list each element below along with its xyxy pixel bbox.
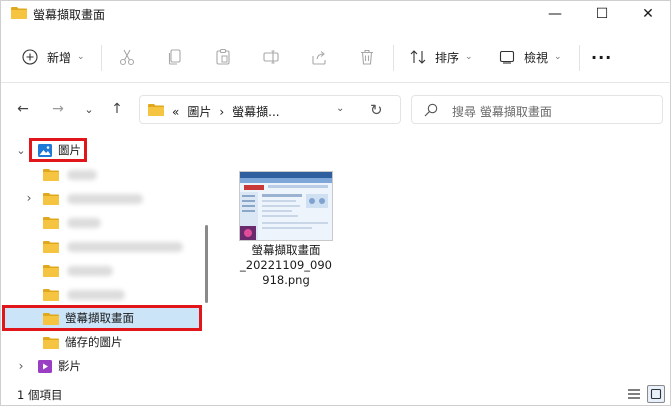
share-icon[interactable] bbox=[308, 46, 330, 68]
address-bar[interactable]: « 圖片 › 螢幕擷... ⌄ ↻ bbox=[139, 95, 401, 124]
address-dropdown-icon[interactable]: ⌄ bbox=[336, 103, 344, 114]
close-button[interactable]: ✕ bbox=[625, 1, 671, 27]
new-label: 新增 bbox=[47, 50, 72, 65]
divider bbox=[579, 45, 580, 71]
folder-icon bbox=[43, 216, 59, 229]
chevron-down-icon: ⌄ bbox=[77, 52, 85, 62]
search-icon bbox=[424, 103, 438, 117]
chevron-right-icon[interactable]: › bbox=[15, 359, 27, 373]
breadcrumb-overflow[interactable]: « bbox=[172, 105, 179, 119]
list-view-icon bbox=[628, 389, 640, 399]
delete-icon[interactable] bbox=[356, 46, 378, 68]
breadcrumb-separator: › bbox=[219, 104, 225, 119]
file-explorer-window: 螢幕擷取畫面 — ☐ ✕ 新增 ⌄ 排序 ⌄ 檢視 ⌄ ··· ← → ⌄ ↑ … bbox=[0, 0, 671, 406]
folder-icon bbox=[43, 192, 59, 205]
view-icon bbox=[498, 48, 516, 66]
folder-icon bbox=[148, 104, 164, 116]
new-button[interactable]: 新增 ⌄ bbox=[21, 45, 85, 69]
search-box[interactable]: 搜尋 螢幕擷取畫面 bbox=[411, 95, 663, 124]
plus-circle-icon bbox=[21, 48, 39, 66]
cut-icon[interactable] bbox=[116, 46, 138, 68]
recent-locations-button[interactable]: ⌄ bbox=[79, 99, 99, 119]
divider bbox=[393, 45, 394, 71]
breadcrumb-item-screenshots[interactable]: 螢幕擷... bbox=[232, 103, 279, 120]
more-icon: ··· bbox=[591, 47, 613, 67]
status-bar: 1 個項目 bbox=[1, 381, 671, 406]
file-thumbnail[interactable] bbox=[239, 171, 333, 241]
back-button[interactable]: ← bbox=[13, 99, 33, 119]
breadcrumb-item-pictures[interactable]: 圖片 bbox=[187, 103, 211, 120]
redacted-label bbox=[67, 218, 101, 228]
redacted-label bbox=[67, 242, 183, 252]
redacted-label bbox=[67, 266, 113, 276]
rename-icon[interactable] bbox=[260, 46, 282, 68]
view-label: 檢視 bbox=[524, 50, 549, 65]
file-name-line: 918.png bbox=[262, 273, 310, 287]
redacted-label bbox=[67, 194, 143, 204]
file-name-line: _20221109_090 bbox=[240, 258, 332, 272]
details-view-button[interactable] bbox=[625, 385, 643, 403]
tree-item-saved-pictures[interactable]: 儲存的圖片 bbox=[1, 331, 201, 353]
folder-icon bbox=[43, 288, 59, 301]
tree-label-saved-pictures: 儲存的圖片 bbox=[65, 335, 123, 349]
tree-item-folder[interactable] bbox=[1, 259, 201, 281]
tree-item-folder[interactable] bbox=[1, 235, 201, 257]
up-button[interactable]: ↑ bbox=[107, 99, 127, 119]
folder-icon bbox=[43, 240, 59, 253]
folder-icon bbox=[43, 336, 59, 349]
folder-icon bbox=[43, 168, 59, 181]
chevron-right-icon[interactable]: › bbox=[23, 191, 35, 205]
scrollbar[interactable] bbox=[205, 225, 208, 303]
chevron-down-icon[interactable]: ⌄ bbox=[15, 144, 27, 157]
window-title: 螢幕擷取畫面 bbox=[33, 8, 106, 22]
sort-icon bbox=[409, 48, 427, 66]
screenshot-thumbnail-image bbox=[240, 172, 332, 240]
redacted-label bbox=[67, 290, 125, 300]
tree-label-videos: 影片 bbox=[58, 359, 81, 373]
folder-icon bbox=[43, 264, 59, 277]
sort-button[interactable]: 排序 ⌄ bbox=[409, 45, 473, 69]
tree-item-folder[interactable] bbox=[1, 211, 201, 233]
maximize-button[interactable]: ☐ bbox=[579, 1, 625, 27]
folder-icon bbox=[11, 7, 27, 19]
paste-icon[interactable] bbox=[212, 46, 234, 68]
tree-item-videos[interactable]: › 影片 bbox=[1, 355, 201, 377]
forward-button[interactable]: → bbox=[48, 99, 68, 119]
navigation-bar: ← → ⌄ ↑ « 圖片 › 螢幕擷... ⌄ ↻ 搜尋 螢幕擷取畫面 bbox=[1, 87, 671, 133]
sort-label: 排序 bbox=[435, 50, 460, 65]
refresh-icon[interactable]: ↻ bbox=[370, 101, 383, 119]
search-placeholder: 搜尋 螢幕擷取畫面 bbox=[452, 105, 552, 119]
divider bbox=[101, 45, 102, 71]
file-content-area: 螢幕擷取畫面 _20221109_090 918.png bbox=[215, 135, 671, 381]
command-bar: 新增 ⌄ 排序 ⌄ 檢視 ⌄ ··· bbox=[1, 31, 671, 83]
tree-item-folder[interactable]: › bbox=[1, 187, 201, 209]
title-bar: 螢幕擷取畫面 — ☐ ✕ bbox=[1, 1, 671, 27]
file-name-label[interactable]: 螢幕擷取畫面 _20221109_090 918.png bbox=[227, 243, 345, 288]
more-button[interactable]: ··· bbox=[591, 45, 612, 69]
chevron-down-icon: ⌄ bbox=[554, 52, 562, 62]
item-count: 1 個項目 bbox=[17, 388, 63, 402]
view-button[interactable]: 檢視 ⌄ bbox=[498, 45, 562, 69]
redacted-label bbox=[67, 170, 97, 180]
large-icons-view-button[interactable] bbox=[647, 385, 665, 403]
highlight-box bbox=[29, 138, 87, 162]
chevron-down-icon: ⌄ bbox=[465, 52, 473, 62]
file-name-line: 螢幕擷取畫面 bbox=[251, 243, 321, 257]
copy-icon[interactable] bbox=[164, 46, 186, 68]
tree-item-folder[interactable] bbox=[1, 163, 201, 185]
highlight-box bbox=[2, 305, 202, 331]
breadcrumb: « 圖片 › 螢幕擷... bbox=[172, 103, 280, 120]
navigation-pane: ⌄ 圖片 › 螢幕擷取畫面 儲存的圖片 › 影片 bbox=[1, 135, 215, 381]
videos-icon bbox=[38, 359, 52, 373]
minimize-button[interactable]: — bbox=[532, 1, 578, 27]
thumbnail-view-icon bbox=[650, 388, 662, 400]
tree-item-folder[interactable] bbox=[1, 283, 201, 305]
